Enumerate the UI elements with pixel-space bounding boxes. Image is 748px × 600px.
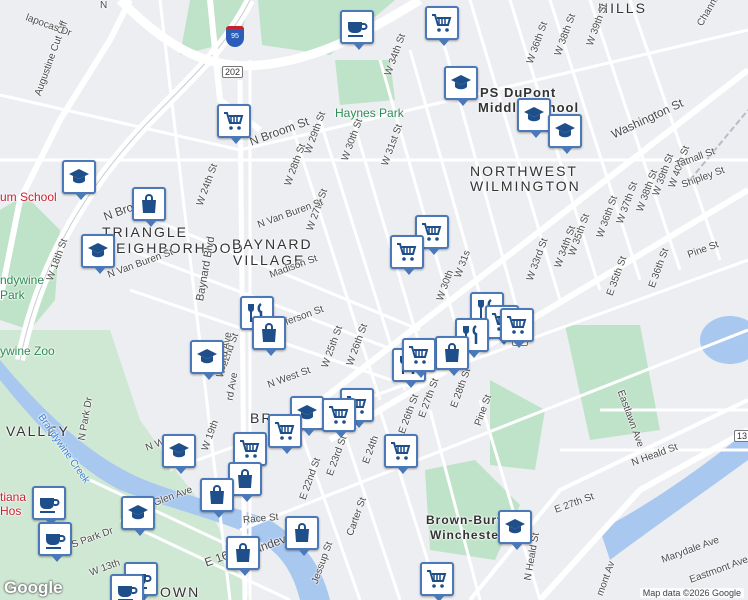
cafe-icon <box>345 15 369 39</box>
poi-marker-school[interactable] <box>190 340 224 380</box>
grocery-cart-icon <box>395 240 419 264</box>
poi-marker-school[interactable] <box>444 66 478 106</box>
place-label: Park <box>0 288 25 302</box>
poi-marker-grocery-cart[interactable] <box>420 562 454 600</box>
cafe-icon <box>37 491 61 515</box>
school-icon <box>126 501 150 525</box>
poi-marker-shopping-bag[interactable] <box>252 316 286 356</box>
poi-marker-shopping-bag[interactable] <box>132 187 166 227</box>
interstate-95-shield: 95 <box>226 26 244 47</box>
map-canvas[interactable]: 95 202 13 13 Haynes Park PS DuPont Middl… <box>0 0 748 600</box>
poi-marker-cafe[interactable] <box>32 486 66 526</box>
map-attribution[interactable]: Map data ©2026 Google <box>639 588 744 598</box>
shopping-bag-icon <box>233 467 257 491</box>
place-label: um School <box>0 190 57 204</box>
poi-marker-grocery-cart[interactable] <box>268 414 302 454</box>
grocery-cart-icon <box>430 11 454 35</box>
grocery-cart-icon <box>425 567 449 591</box>
poi-marker-grocery-cart[interactable] <box>390 235 424 275</box>
poi-marker-grocery-cart[interactable] <box>217 104 251 144</box>
grocery-cart-icon <box>407 343 431 367</box>
poi-marker-school[interactable] <box>517 98 551 138</box>
poi-marker-shopping-bag[interactable] <box>200 478 234 518</box>
street-label: N <box>100 0 108 11</box>
poi-marker-grocery-cart[interactable] <box>500 308 534 348</box>
place-label: NEIGHBORHOOD <box>104 240 245 256</box>
poi-marker-school[interactable] <box>121 496 155 536</box>
grocery-cart-icon <box>238 437 262 461</box>
place-label: Winchester <box>430 528 505 542</box>
shopping-bag-icon <box>440 341 464 365</box>
school-icon <box>522 103 546 127</box>
poi-marker-school[interactable] <box>62 160 96 200</box>
school-icon <box>86 239 110 263</box>
place-label: Hos <box>0 504 22 518</box>
poi-marker-school[interactable] <box>498 510 532 550</box>
place-label: ndywine <box>0 273 45 287</box>
grocery-cart-icon <box>327 403 351 427</box>
poi-marker-grocery-cart[interactable] <box>402 338 436 378</box>
us-202-shield: 202 <box>222 66 244 78</box>
grocery-cart-icon <box>273 419 297 443</box>
cafe-icon <box>43 527 67 551</box>
poi-marker-school[interactable] <box>162 434 196 474</box>
grocery-cart-icon <box>222 109 246 133</box>
poi-marker-shopping-bag[interactable] <box>435 336 469 376</box>
place-label: OWN <box>160 584 201 600</box>
map-base-layer <box>0 0 748 600</box>
poi-marker-shopping-bag[interactable] <box>285 516 319 556</box>
school-icon <box>67 165 91 189</box>
shopping-bag-icon <box>231 541 255 565</box>
school-icon <box>167 439 191 463</box>
grocery-cart-icon <box>389 439 413 463</box>
route-13-shield-right: 13 <box>734 430 748 442</box>
shopping-bag-icon <box>257 321 281 345</box>
place-label: WILMINGTON <box>470 178 581 194</box>
shopping-bag-icon <box>137 192 161 216</box>
poi-marker-grocery-cart[interactable] <box>233 432 267 472</box>
poi-marker-school[interactable] <box>81 234 115 274</box>
place-label: BAYNARD <box>232 236 313 252</box>
poi-marker-cafe[interactable] <box>38 522 72 562</box>
poi-marker-grocery-cart[interactable] <box>425 6 459 46</box>
poi-marker-shopping-bag[interactable] <box>226 536 260 576</box>
shopping-bag-icon <box>290 521 314 545</box>
place-label: ywine Zoo <box>0 344 55 358</box>
grocery-cart-icon <box>505 313 529 337</box>
school-icon <box>553 119 577 143</box>
shopping-bag-icon <box>205 483 229 507</box>
poi-marker-school[interactable] <box>548 114 582 154</box>
poi-marker-grocery-cart[interactable] <box>322 398 356 438</box>
school-icon <box>449 71 473 95</box>
place-label: Haynes Park <box>335 106 404 120</box>
poi-marker-cafe[interactable] <box>340 10 374 50</box>
place-label: NORTHWEST <box>470 163 578 179</box>
cafe-icon <box>115 579 139 600</box>
poi-marker-grocery-cart[interactable] <box>384 434 418 474</box>
school-icon <box>195 345 219 369</box>
google-logo: Google <box>4 578 63 597</box>
school-icon <box>503 515 527 539</box>
poi-marker-cafe[interactable] <box>110 574 144 600</box>
place-label: tiana <box>0 490 27 504</box>
